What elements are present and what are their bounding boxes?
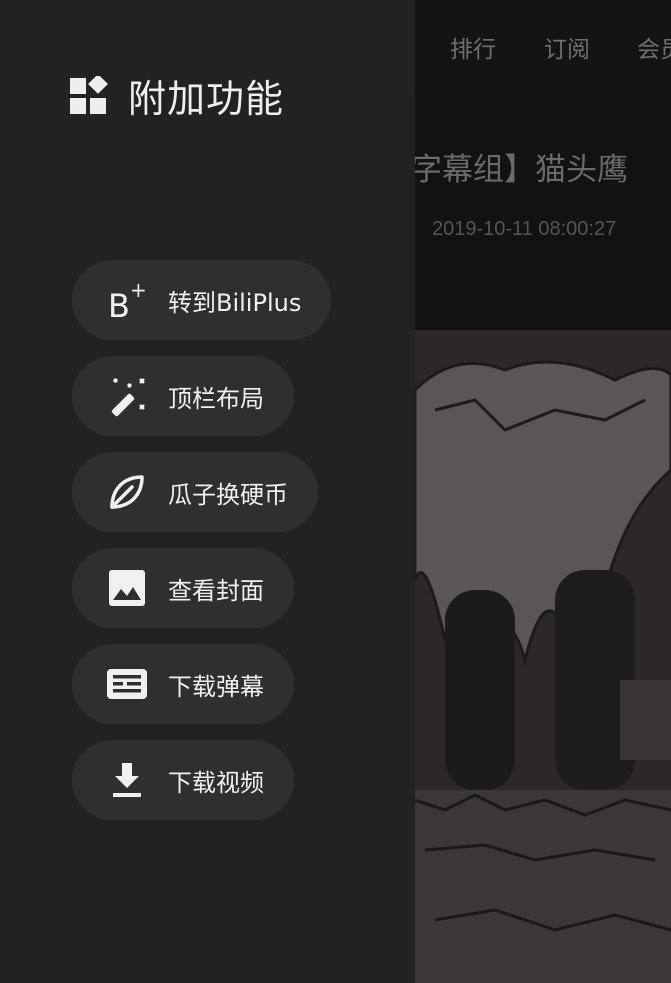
goto-biliplus-label: 转到BiliPlus xyxy=(168,288,302,317)
nav-item-member[interactable]: 会员 xyxy=(637,30,671,64)
download-video-button[interactable]: 下载视频 xyxy=(72,740,294,820)
extra-features-drawer: 附加功能 B + 转到BiliPlus 顶栏布局 瓜子换硬币 查看封面 下载弹幕… xyxy=(0,0,415,983)
video-cover-image[interactable] xyxy=(415,330,671,983)
widgets-icon xyxy=(68,73,108,116)
download-icon xyxy=(106,759,148,801)
download-danmaku-button[interactable]: 下载弹幕 xyxy=(72,644,294,724)
magic-wand-icon xyxy=(106,375,148,417)
drawer-header: 附加功能 xyxy=(68,68,284,123)
goto-biliplus-button[interactable]: B + 转到BiliPlus xyxy=(72,260,332,340)
svg-text:+: + xyxy=(130,279,147,302)
video-title: 【字幕组】猫头鹰 xyxy=(380,152,628,188)
top-nav: 排行 订阅 会员 xyxy=(415,0,671,92)
screen: 排行 订阅 会员 【字幕组】猫头鹰 2019-10-11 08:00:27 xyxy=(0,0,671,983)
silver-to-coin-button[interactable]: 瓜子换硬币 xyxy=(72,452,318,532)
image-icon xyxy=(106,567,148,609)
view-cover-button[interactable]: 查看封面 xyxy=(72,548,294,628)
topbar-layout-button[interactable]: 顶栏布局 xyxy=(72,356,294,436)
topbar-layout-label: 顶栏布局 xyxy=(168,384,264,413)
view-cover-label: 查看封面 xyxy=(168,576,264,605)
download-danmaku-label: 下载弹幕 xyxy=(168,672,264,701)
download-video-label: 下载视频 xyxy=(168,768,264,797)
silver-to-coin-label: 瓜子换硬币 xyxy=(168,480,288,509)
biliplus-icon: B + xyxy=(106,279,148,321)
svg-text:B: B xyxy=(108,287,130,321)
leaf-icon xyxy=(106,471,148,513)
nav-item-subscribe[interactable]: 订阅 xyxy=(544,30,590,64)
danmaku-icon xyxy=(106,663,148,705)
drawer-title: 附加功能 xyxy=(128,77,285,121)
video-date: 2019-10-11 08:00:27 xyxy=(432,218,617,240)
nav-item-ranking[interactable]: 排行 xyxy=(450,30,496,64)
cover-illustration xyxy=(415,330,671,983)
